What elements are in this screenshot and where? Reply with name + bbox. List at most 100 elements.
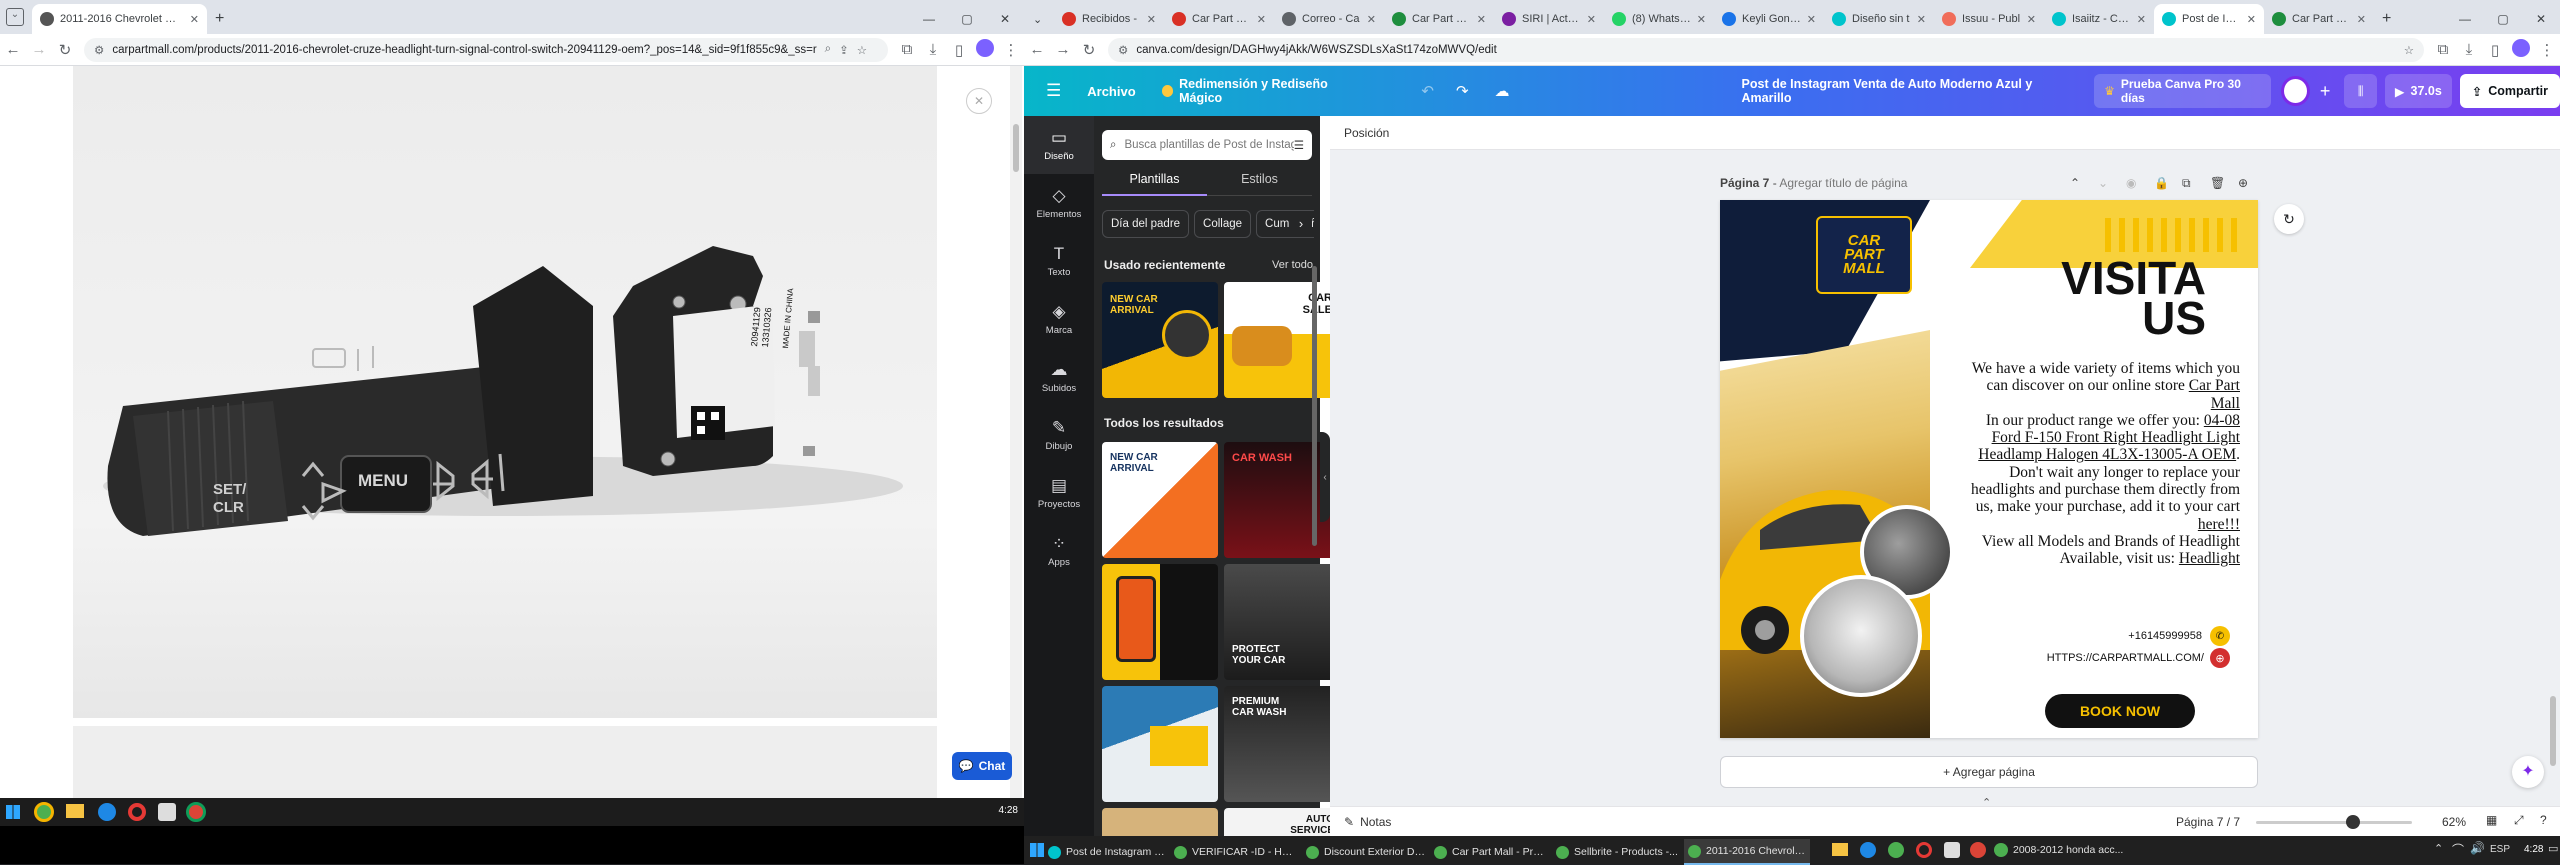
zoom-slider-thumb[interactable] xyxy=(2346,815,2360,829)
tab-close-icon[interactable]: ✕ xyxy=(1587,13,1596,26)
design-title[interactable]: Post de Instagram Venta de Auto Moderno … xyxy=(1742,77,2071,105)
rail-item-proyectos[interactable]: ▤ Proyectos xyxy=(1024,464,1094,522)
right-maximize-button[interactable]: ▢ xyxy=(2484,4,2522,34)
refresh-design-button[interactable]: ↻ xyxy=(2274,204,2304,234)
grid-view-icon[interactable]: ▦ xyxy=(2486,813,2497,827)
tab-close-icon[interactable]: ✕ xyxy=(1697,13,1706,26)
taskbar-item[interactable]: Discount Exterior Do... xyxy=(1302,839,1426,865)
template-thumb[interactable]: PROTECT YOUR CAR xyxy=(1224,564,1340,680)
site-info-icon[interactable]: ⚙ xyxy=(94,43,104,57)
left-url-field[interactable]: ⚙ carpartmall.com/products/2011-2016-che… xyxy=(84,37,888,62)
cloud-save-icon[interactable]: ☁ xyxy=(1495,82,1510,100)
download-icon[interactable]: ⤓ xyxy=(920,41,946,58)
tab-close-icon[interactable]: ✕ xyxy=(1257,13,1266,26)
taskbar-item[interactable]: Car Part Mall - Produ... xyxy=(1430,839,1548,865)
browser-tab[interactable]: (8) WhatsAp ✕ xyxy=(1604,4,1714,34)
chip-collage[interactable]: Collage xyxy=(1194,210,1252,238)
help-icon[interactable]: ? xyxy=(2540,813,2547,827)
page-up-icon[interactable]: ⌃ xyxy=(2070,176,2080,190)
extensions-icon[interactable]: ⧉ xyxy=(894,41,920,58)
book-now-button[interactable]: BOOK NOW xyxy=(2045,694,2195,728)
browser-tab[interactable]: Correo - Ca ✕ xyxy=(1274,4,1384,34)
add-page-button[interactable]: + Agregar página xyxy=(1720,756,2258,788)
right-start-icon[interactable] xyxy=(1030,843,1044,857)
taskbar-item[interactable]: 2011-2016 Chevrolet ... xyxy=(1684,839,1810,865)
tab-close-icon[interactable]: ✕ xyxy=(2357,13,2366,26)
template-thumb[interactable] xyxy=(1102,564,1218,680)
right-site-info-icon[interactable]: ⚙ xyxy=(1118,43,1128,57)
delete-page-icon[interactable]: 🗑 xyxy=(2210,176,2225,190)
sidebar-icon[interactable]: ▯ xyxy=(946,41,972,59)
template-thumb[interactable]: NEW CAR ARRIVAL xyxy=(1102,282,1218,398)
tab-close-icon[interactable]: ✕ xyxy=(1917,13,1926,26)
template-search-input[interactable]: ⌕ Busca plantillas de Post de Instagram … xyxy=(1102,130,1312,160)
trial-button[interactable]: ♛ Prueba Canva Pro 30 días xyxy=(2094,74,2271,108)
here-link[interactable]: here!!! xyxy=(2198,516,2240,533)
template-thumb[interactable]: CAR SALE xyxy=(1224,282,1340,398)
reload-icon[interactable]: ↻ xyxy=(52,41,78,59)
zoom-value[interactable]: 62% xyxy=(2442,815,2466,829)
canva-menu-icon[interactable]: ☰ xyxy=(1046,81,1061,101)
browser-tab[interactable]: Car Part Ma ✕ xyxy=(1164,4,1274,34)
add-page-icon[interactable]: ⊕ xyxy=(2238,176,2248,190)
browser-tab[interactable]: Diseño sin t ✕ xyxy=(1824,4,1934,34)
right-url-field[interactable]: ⚙ canva.com/design/DAGHwy4jAkk/W6WSZSDLs… xyxy=(1108,37,2424,62)
filter-icon[interactable]: ☰ xyxy=(1294,138,1304,152)
magic-resize-button[interactable]: Redimensión y Rediseño Mágico xyxy=(1161,77,1366,105)
position-button[interactable]: Posición xyxy=(1344,126,1389,140)
last-task-item[interactable]: 2008-2012 honda acc... xyxy=(1994,839,2123,861)
website-text[interactable]: HTTPS://CARPARTMALL.COM/ xyxy=(2047,652,2204,664)
page-title-input[interactable]: Agregar título de página xyxy=(1779,176,1907,190)
canvas-scrollbar-thumb[interactable] xyxy=(2550,696,2556,766)
taskbar-item[interactable]: Post de Instagram Ve... xyxy=(1044,839,1166,865)
tab-close-icon[interactable]: ✕ xyxy=(1807,13,1816,26)
store-link[interactable]: Car Part Mall xyxy=(2189,377,2240,411)
bookmark-star-icon[interactable]: ☆ xyxy=(857,43,867,57)
tab-search-icon[interactable]: ⌄ xyxy=(6,8,24,26)
archivo-menu[interactable]: Archivo xyxy=(1087,84,1135,99)
tray-network-icon[interactable]: ⌒ xyxy=(2452,841,2464,858)
language-indicator[interactable]: ESP xyxy=(2490,844,2510,855)
tab-close-icon[interactable]: ✕ xyxy=(2247,13,2256,26)
see-all-link[interactable]: Ver todo xyxy=(1272,259,1313,271)
magic-assistant-button[interactable]: ✦ xyxy=(2512,756,2544,788)
browser-tab[interactable]: Isaiitz - Canv ✕ xyxy=(2044,4,2154,34)
taskbar-edge-icon[interactable] xyxy=(98,803,116,821)
taskbar-opera-icon[interactable] xyxy=(128,803,146,821)
tab-close-icon[interactable]: ✕ xyxy=(1147,13,1156,26)
phone-text[interactable]: +16145999958 xyxy=(2128,630,2202,642)
template-thumb[interactable]: NEW CAR ARRIVAL xyxy=(1102,442,1218,558)
panel-scrollbar[interactable] xyxy=(1312,266,1317,546)
right-sidebar-icon[interactable]: ▯ xyxy=(2482,41,2508,59)
browser-tab[interactable]: Issuu - Publ ✕ xyxy=(1934,4,2044,34)
lock-page-icon[interactable]: 🔒 xyxy=(2154,176,2169,190)
tab-close-icon[interactable]: ✕ xyxy=(1477,13,1486,26)
tray-volume-icon[interactable]: 🔊 xyxy=(2470,841,2485,855)
right-download-icon[interactable]: ⤓ xyxy=(2456,41,2482,58)
tab-plantillas[interactable]: Plantillas xyxy=(1102,172,1207,196)
team-avatar[interactable] xyxy=(2280,76,2310,106)
taskbar-chrome-icon-2[interactable] xyxy=(186,802,206,822)
tab-close-icon[interactable]: ✕ xyxy=(2027,13,2036,26)
template-thumb[interactable] xyxy=(1102,686,1218,802)
maximize-button[interactable]: ▢ xyxy=(948,4,986,34)
zoom-slider[interactable] xyxy=(2256,815,2412,829)
browser-tab[interactable]: SIRI | Activo ✕ xyxy=(1494,4,1604,34)
undo-icon[interactable]: ↶ xyxy=(1421,82,1434,100)
add-member-icon[interactable]: + xyxy=(2320,81,2331,102)
product-image[interactable]: MENU SET/ CLR 20941129 13310326 MADE IN … xyxy=(73,66,937,718)
present-button[interactable]: ▶ 37.0s xyxy=(2384,74,2452,108)
scrollbar-thumb[interactable] xyxy=(1013,124,1019,172)
headline-text[interactable]: VISITA US xyxy=(1996,255,2206,341)
share-icon[interactable]: ⇪ xyxy=(839,43,849,57)
tab-close-icon[interactable]: ✕ xyxy=(190,13,199,26)
close-window-button[interactable]: ✕ xyxy=(986,4,1024,34)
right-profile-avatar[interactable] xyxy=(2508,38,2534,61)
rail-item-elementos[interactable]: ◇ Elementos xyxy=(1024,174,1094,232)
template-thumb[interactable]: AUTO SERVICE xyxy=(1224,808,1340,836)
new-tab-button[interactable]: + xyxy=(207,4,232,34)
tray-edge-icon[interactable] xyxy=(1860,842,1876,858)
right-forward-icon[interactable]: → xyxy=(1050,41,1076,58)
taskbar-item[interactable]: VERIFICAR -ID - Hoja... xyxy=(1170,839,1298,865)
tab-search-dropdown[interactable]: ⌄ xyxy=(1024,4,1054,34)
